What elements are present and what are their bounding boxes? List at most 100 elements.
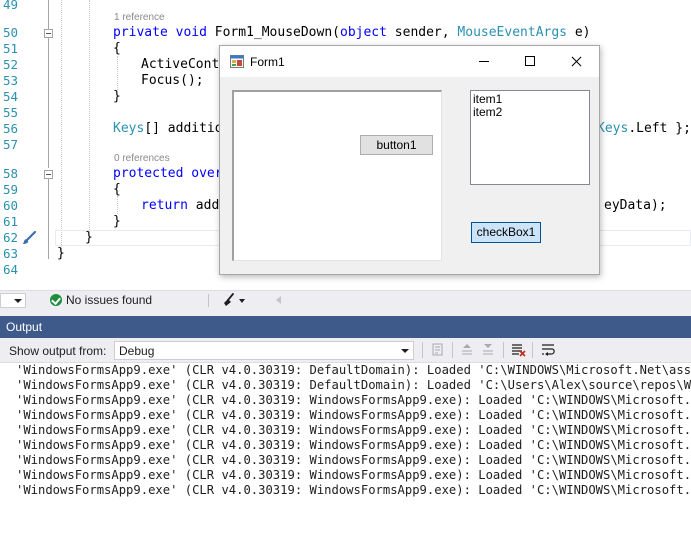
code-line: protected overr [113, 166, 230, 182]
keyword: return [141, 198, 188, 213]
close-button[interactable] [553, 46, 599, 77]
type-name: MouseEventArgs [457, 25, 567, 40]
code-line: { [113, 41, 121, 56]
find-message-icon[interactable] [430, 342, 446, 358]
output-line: 'WindowsFormsApp9.exe' (CLR v4.0.30319: … [16, 483, 691, 497]
nav-left-icon[interactable] [276, 296, 281, 304]
line-number: 62 [2, 230, 18, 245]
output-toolbar: Show output from: Debug [0, 338, 691, 363]
code-text: .Left }; [628, 121, 691, 136]
maximize-icon [525, 56, 535, 66]
line-number: 60 [2, 198, 18, 213]
zoom-dropdown[interactable] [0, 293, 26, 308]
panel[interactable]: button1 [232, 90, 442, 261]
list-item[interactable]: item2 [473, 106, 502, 119]
line-number: 55 [2, 105, 18, 120]
param: e) [567, 25, 591, 40]
clear-all-icon[interactable] [510, 342, 526, 358]
code-line: } [57, 246, 65, 261]
form-title: Form1 [250, 55, 285, 69]
fold-toggle-icon[interactable] [44, 29, 53, 38]
check-circle-icon [50, 294, 62, 306]
output-text-area[interactable]: 'WindowsFormsApp9.exe' (CLR v4.0.30319: … [0, 363, 691, 548]
chevron-down-icon [401, 349, 409, 353]
code-line: } [113, 214, 121, 229]
form-app-icon [230, 55, 244, 68]
codelens-references[interactable]: 0 references [114, 153, 170, 165]
output-line: 'WindowsFormsApp9.exe' (CLR v4.0.30319: … [16, 378, 691, 392]
fold-toggle-icon[interactable] [44, 170, 53, 179]
listbox[interactable]: item1 item2 [470, 90, 590, 185]
outline-line [48, 179, 49, 259]
line-number: 58 [2, 166, 18, 181]
chevron-down-icon [14, 299, 22, 303]
output-panel-title[interactable]: Output [0, 316, 691, 338]
divider [208, 294, 209, 307]
code-cleanup-icon[interactable] [222, 293, 236, 307]
indent-guide [89, 0, 90, 232]
line-number: 53 [2, 73, 18, 88]
code-line: Keys[] additio [113, 121, 223, 137]
indent-guide [61, 0, 62, 255]
code-line: eyData); [604, 198, 667, 213]
divider [532, 342, 533, 358]
code-text: [] additio [144, 121, 223, 136]
line-number: 49 [2, 0, 18, 12]
maximize-button[interactable] [507, 46, 553, 77]
output-line: 'WindowsFormsApp9.exe' (CLR v4.0.30319: … [16, 453, 691, 467]
divider [422, 342, 423, 358]
checkbox1-button[interactable]: checkBox1 [471, 222, 541, 243]
output-line: 'WindowsFormsApp9.exe' (CLR v4.0.30319: … [16, 438, 691, 452]
show-output-label: Show output from: [9, 344, 107, 358]
line-number: 56 [2, 121, 18, 136]
method-name: Form1_MouseDown( [214, 25, 340, 40]
output-line: 'WindowsFormsApp9.exe' (CLR v4.0.30319: … [16, 393, 691, 407]
keyword: object [340, 25, 387, 40]
button1[interactable]: button1 [360, 135, 433, 155]
keyword: protected [113, 166, 184, 181]
form1-window[interactable]: Form1 button1 item1 item2 checkBox1 [219, 45, 600, 275]
type-name: Keys [597, 121, 629, 136]
output-source-select[interactable]: Debug [114, 341, 414, 360]
paintbrush-icon[interactable] [22, 231, 36, 245]
code-line: private void Form1_MouseDown(object send… [113, 25, 590, 41]
outline-line [48, 0, 49, 30]
code-line: Keys.Left }; [597, 121, 691, 137]
code-line: } [85, 230, 93, 245]
indent-guide [117, 196, 118, 214]
issues-status[interactable]: No issues found [66, 293, 152, 307]
line-number: 63 [2, 246, 18, 261]
code-line: return addi [141, 198, 227, 214]
keyword: void [175, 25, 207, 40]
divider [452, 342, 453, 358]
line-number: 64 [2, 262, 18, 277]
word-wrap-icon[interactable] [540, 342, 556, 358]
line-number: 51 [2, 41, 18, 56]
next-message-icon[interactable] [480, 342, 496, 358]
line-number: 54 [2, 89, 18, 104]
line-number: 59 [2, 182, 18, 197]
type-name: Keys [113, 121, 145, 136]
panel-splitter[interactable] [0, 309, 691, 316]
minimize-button[interactable] [461, 46, 507, 77]
prev-message-icon[interactable] [459, 342, 475, 358]
line-number: 61 [2, 214, 18, 229]
form-client-area: button1 item1 item2 checkBox1 [220, 77, 599, 274]
line-number: 52 [2, 57, 18, 72]
editor-status-strip: No issues found [0, 290, 691, 309]
codelens-references[interactable]: 1 reference [114, 12, 165, 24]
minimize-icon [479, 61, 489, 62]
output-source-value: Debug [119, 344, 155, 358]
form-titlebar[interactable]: Form1 [220, 46, 599, 77]
chevron-down-icon[interactable] [239, 299, 245, 303]
line-number: 50 [2, 25, 18, 40]
indent-guide [117, 56, 118, 90]
output-line: 'WindowsFormsApp9.exe' (CLR v4.0.30319: … [16, 363, 691, 377]
code-line: { [113, 182, 121, 197]
outline-line [48, 38, 49, 168]
divider [503, 342, 504, 358]
line-number: 57 [2, 137, 18, 152]
param: sender, [386, 25, 458, 40]
code-line: Focus(); [141, 73, 204, 88]
output-line: 'WindowsFormsApp9.exe' (CLR v4.0.30319: … [16, 408, 691, 422]
